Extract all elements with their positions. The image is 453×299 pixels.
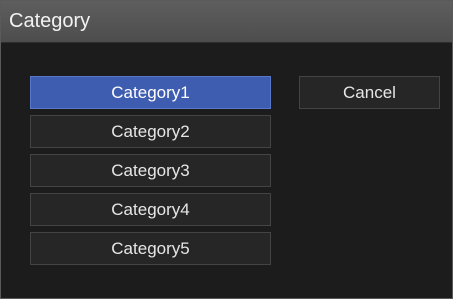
- category-button-3[interactable]: Category3: [30, 154, 271, 187]
- category-button-1[interactable]: Category1: [30, 76, 271, 109]
- dialog-title: Category: [9, 10, 91, 32]
- category-list: Category1 Category2 Category3 Category4 …: [30, 76, 271, 271]
- category-dialog: Category Category1 Category2 Category3 C…: [0, 0, 453, 299]
- dialog-titlebar: Category: [1, 1, 452, 43]
- category-button-5[interactable]: Category5: [30, 232, 271, 265]
- category-button-4[interactable]: Category4: [30, 193, 271, 226]
- category-button-2[interactable]: Category2: [30, 115, 271, 148]
- cancel-button[interactable]: Cancel: [299, 76, 440, 109]
